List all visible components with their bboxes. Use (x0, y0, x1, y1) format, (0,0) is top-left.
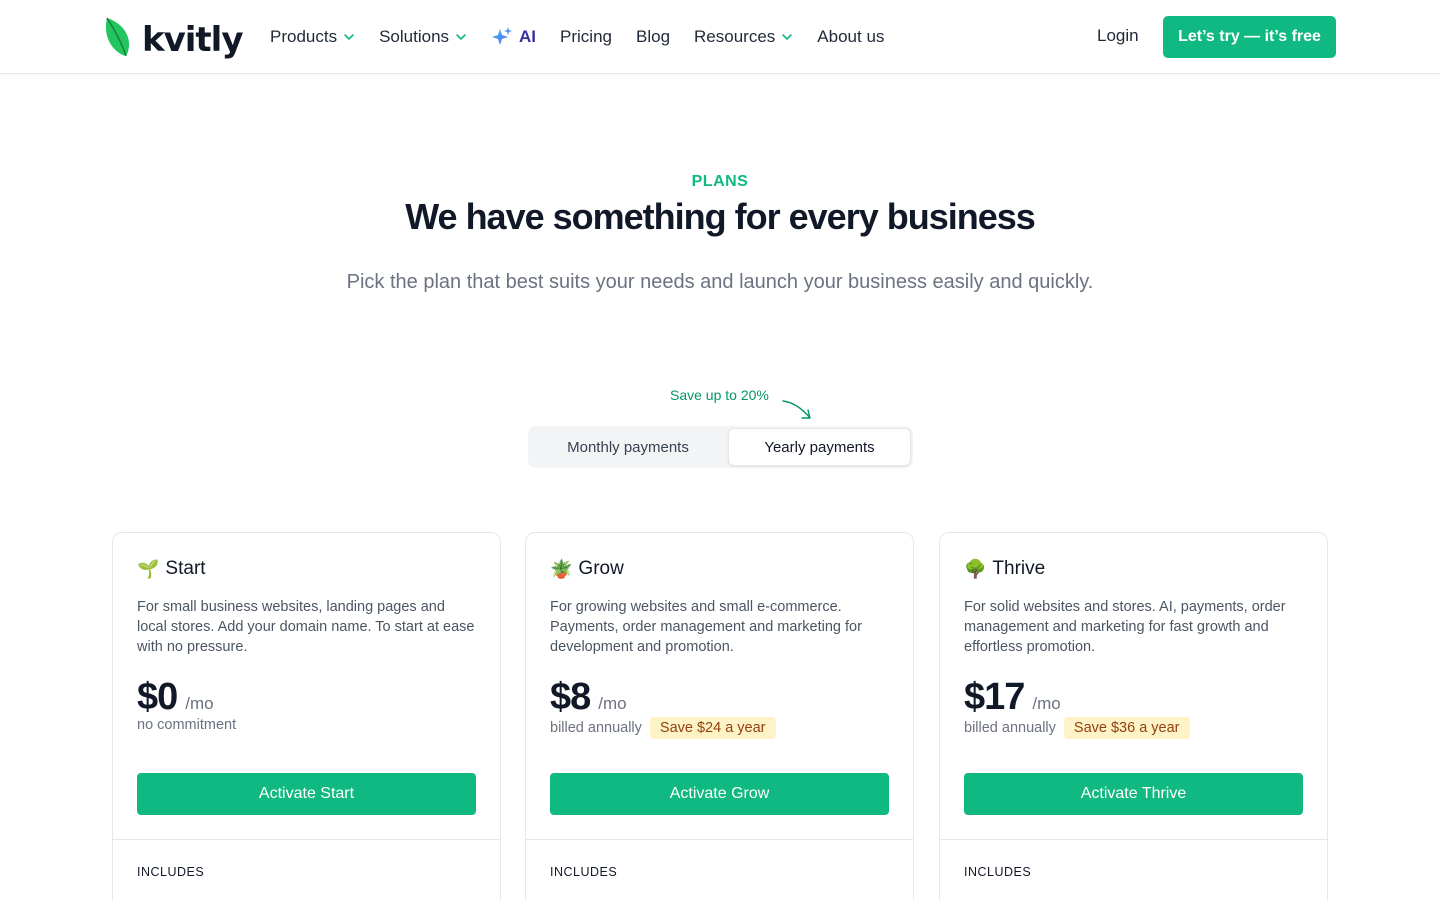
logo[interactable]: kvitly (104, 16, 243, 63)
card-divider (940, 839, 1327, 840)
price-period: /mo (185, 694, 214, 713)
leaf-logo-icon (104, 16, 132, 63)
tree-icon: 🌳 (964, 558, 987, 579)
plan-title: 🌳 Thrive (964, 558, 1045, 580)
activate-start-button[interactable]: Activate Start (137, 773, 476, 815)
nav-pricing-label: Pricing (560, 27, 612, 46)
activate-thrive-button[interactable]: Activate Thrive (964, 773, 1303, 815)
nav-products[interactable]: Products (270, 27, 355, 47)
price-period: /mo (1032, 694, 1061, 713)
nav-blog[interactable]: Blog (636, 27, 670, 47)
chevron-down-icon (781, 31, 793, 43)
includes-heading: INCLUDES (964, 865, 1032, 879)
plan-name: Grow (578, 558, 624, 579)
nav-about-us[interactable]: About us (817, 27, 884, 47)
billing-row: billed annually Save $36 a year (964, 717, 1190, 739)
plan-title: 🌱 Start (137, 558, 206, 580)
nav-solutions-label: Solutions (379, 27, 450, 46)
page-title: We have something for every business (405, 196, 1036, 237)
login-link[interactable]: Login (1097, 26, 1139, 46)
section-eyebrow: PLANS (691, 173, 749, 190)
nav-products-label: Products (270, 27, 338, 46)
main-nav: Products Solutions AI Pricing Blog Resou… (270, 24, 908, 50)
includes-heading: INCLUDES (550, 865, 618, 879)
chevron-down-icon (455, 31, 467, 43)
billing-text: billed annually (964, 720, 1056, 736)
try-free-button[interactable]: Let’s try — it’s free (1163, 16, 1336, 58)
nav-about-us-label: About us (817, 27, 885, 46)
plan-title: 🪴 Grow (550, 558, 624, 580)
plan-name: Start (165, 558, 206, 579)
page-subtitle: Pick the plan that best suits your needs… (346, 271, 1094, 293)
sparkles-icon (491, 26, 513, 48)
plan-price: $17 (964, 676, 1025, 718)
activate-grow-button[interactable]: Activate Grow (550, 773, 889, 815)
billing-row: billed annually Save $24 a year (550, 717, 776, 739)
plan-description: For solid websites and stores. AI, payme… (964, 599, 1286, 655)
yearly-payments-option[interactable]: Yearly payments (728, 428, 911, 466)
plan-description: For growing websites and small e-commerc… (550, 599, 862, 655)
plan-price: $0 (137, 676, 178, 718)
plan-name: Thrive (992, 558, 1046, 579)
sprout-icon: 🌱 (137, 558, 160, 579)
billing-text: billed annually (550, 720, 642, 736)
nav-resources-label: Resources (694, 27, 776, 46)
card-divider (526, 839, 913, 840)
plan-card-thrive: 🌳 Thrive For solid websites and stores. … (939, 532, 1328, 900)
savings-badge: Save $24 a year (649, 717, 776, 739)
billing-text: no commitment (137, 717, 237, 733)
nav-ai[interactable]: AI (491, 26, 536, 48)
plan-description: For small business websites, landing pag… (137, 599, 475, 655)
nav-resources[interactable]: Resources (694, 27, 793, 47)
nav-pricing[interactable]: Pricing (560, 27, 612, 47)
curved-arrow-icon (780, 396, 814, 427)
price-period: /mo (598, 694, 627, 713)
price-row: $17 /mo (964, 676, 1061, 719)
billing-toggle: Monthly payments Yearly payments (528, 426, 913, 468)
chevron-down-icon (343, 31, 355, 43)
site-header: kvitly Products Solutions AI Pricing Blo… (0, 0, 1440, 74)
plan-price: $8 (550, 676, 591, 718)
price-row: $8 /mo (550, 676, 627, 719)
card-divider (113, 839, 500, 840)
logo-text: kvitly (142, 19, 243, 60)
plan-card-grow: 🪴 Grow For growing websites and small e-… (525, 532, 914, 900)
monthly-payments-option[interactable]: Monthly payments (530, 428, 726, 466)
price-row: $0 /mo (137, 676, 214, 719)
potted-plant-icon: 🪴 (550, 558, 573, 579)
nav-solutions[interactable]: Solutions (379, 27, 467, 47)
nav-ai-label: AI (519, 27, 537, 46)
plan-card-start: 🌱 Start For small business websites, lan… (112, 532, 501, 900)
includes-heading: INCLUDES (137, 865, 205, 879)
savings-badge: Save $36 a year (1063, 717, 1190, 739)
save-note: Save up to 20% (670, 387, 769, 403)
billing-row: no commitment (137, 717, 236, 733)
nav-blog-label: Blog (636, 27, 671, 46)
